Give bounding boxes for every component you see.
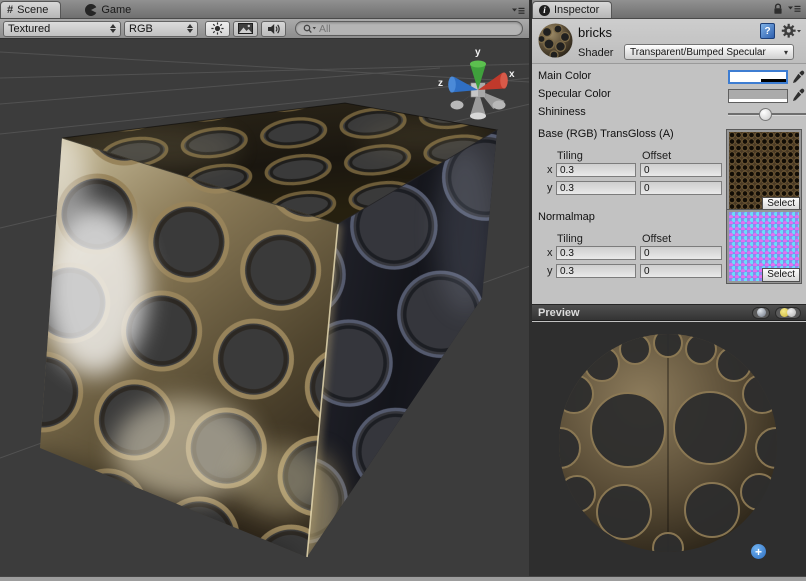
material-header: bricks Shader Transparent/Bumped Specula… <box>532 19 806 64</box>
updown-arrows-icon <box>110 24 116 33</box>
base-y-row-label: y <box>547 182 553 194</box>
base-offset-label: Offset <box>642 150 671 162</box>
scene-audio-toggle[interactable] <box>261 21 286 37</box>
normal-texture-select-button[interactable]: Select <box>762 268 800 282</box>
preview-header: Preview <box>532 304 806 321</box>
shader-dropdown[interactable]: Transparent/Bumped Specular ▾ <box>624 44 794 60</box>
game-pacman-icon <box>85 4 97 16</box>
inspector-panel: i Inspector <box>532 0 806 581</box>
scene-search-input[interactable] <box>319 23 515 35</box>
preview-lighting-button[interactable] <box>775 307 801 319</box>
shininess-slider[interactable] <box>728 107 806 121</box>
eyedropper-icon[interactable] <box>792 70 805 83</box>
base-texture-thumbnail[interactable]: Select <box>727 130 801 212</box>
scene-search-box[interactable] <box>295 21 523 36</box>
light-off-icon <box>787 308 796 317</box>
render-mode-dropdown[interactable]: Textured <box>3 21 121 37</box>
window-bottom-edge <box>0 576 806 581</box>
panel-menu-icon[interactable] <box>512 7 525 15</box>
shader-value: Transparent/Bumped Specular <box>630 47 766 58</box>
tab-inspector-label: Inspector <box>554 4 599 16</box>
gear-menu-icon[interactable] <box>781 23 801 39</box>
slider-thumb[interactable] <box>759 108 772 121</box>
color-mode-value: RGB <box>129 23 153 35</box>
preview-title: Preview <box>532 307 580 319</box>
gizmo-x-label[interactable]: x <box>509 69 515 80</box>
base-tiling-y-field[interactable] <box>556 181 636 195</box>
scene-panel: # Scene Game Textured <box>0 0 530 581</box>
normal-x-row-label: x <box>547 247 553 259</box>
render-mode-value: Textured <box>8 23 50 35</box>
scene-effects-toggle[interactable] <box>233 21 258 37</box>
sun-icon <box>211 22 224 35</box>
add-button[interactable]: + <box>751 544 766 559</box>
tab-game-label: Game <box>101 4 131 16</box>
base-tiling-x-field[interactable] <box>556 163 636 177</box>
shader-label: Shader <box>578 47 613 59</box>
material-name: bricks <box>578 25 612 40</box>
inspector-tabstrip: i Inspector <box>532 0 806 19</box>
updown-arrows-icon <box>187 24 193 33</box>
normal-tiling-label: Tiling <box>557 233 583 245</box>
scene-grid-icon: # <box>7 4 13 16</box>
base-tiling-label: Tiling <box>557 150 583 162</box>
normal-offset-y-field[interactable] <box>640 264 722 278</box>
shininess-label: Shininess <box>538 106 586 118</box>
tab-scene-label: Scene <box>17 4 48 16</box>
info-icon: i <box>539 5 550 16</box>
gizmo-y-label[interactable]: y <box>475 47 481 58</box>
normalmap-label: Normalmap <box>538 211 595 223</box>
normal-tiling-y-field[interactable] <box>556 264 636 278</box>
specular-color-swatch[interactable] <box>728 89 788 103</box>
normal-offset-label: Offset <box>642 233 671 245</box>
normal-texture-thumbnail[interactable]: Select <box>727 210 801 283</box>
normal-y-row-label: y <box>547 265 553 277</box>
scene-orientation-gizmo[interactable]: y z x <box>436 43 520 127</box>
preview-model-button[interactable] <box>752 307 770 319</box>
scene-lighting-toggle[interactable] <box>205 21 230 37</box>
normal-offset-x-field[interactable] <box>640 246 722 260</box>
preview-viewport[interactable]: + <box>532 322 806 581</box>
image-icon <box>238 23 253 34</box>
base-x-row-label: x <box>547 164 553 176</box>
preview-sphere-render <box>532 322 806 577</box>
base-offset-x-field[interactable] <box>640 163 722 177</box>
gizmo-z-label[interactable]: z <box>438 78 443 89</box>
eyedropper-icon[interactable] <box>792 88 805 101</box>
specular-color-label: Specular Color <box>538 88 611 100</box>
sphere-icon <box>757 308 766 317</box>
tab-inspector[interactable]: i Inspector <box>532 1 612 18</box>
scene-toolbar: Textured RGB <box>0 19 530 39</box>
normal-tiling-x-field[interactable] <box>556 246 636 260</box>
color-mode-dropdown[interactable]: RGB <box>124 21 198 37</box>
material-sphere-icon <box>537 22 574 59</box>
chevron-down-icon: ▾ <box>784 48 788 57</box>
lock-icon[interactable] <box>773 3 783 15</box>
base-map-label: Base (RGB) TransGloss (A) <box>538 128 674 140</box>
tab-game[interactable]: Game <box>79 1 143 18</box>
specular-color-alpha-bar <box>729 99 787 102</box>
base-texture-select-button[interactable]: Select <box>762 197 800 211</box>
scene-viewport[interactable]: y z x <box>0 39 530 581</box>
search-icon <box>303 24 316 34</box>
panel-menu-icon[interactable] <box>788 5 801 13</box>
unity-editor-window: # Scene Game Textured <box>0 0 806 581</box>
main-color-label: Main Color <box>538 70 591 82</box>
base-offset-y-field[interactable] <box>640 181 722 195</box>
speaker-icon <box>267 23 281 35</box>
help-icon[interactable]: ? <box>760 23 775 39</box>
scene-tabstrip: # Scene Game <box>0 0 530 19</box>
tab-scene[interactable]: # Scene <box>0 1 61 18</box>
main-color-swatch[interactable] <box>728 70 788 84</box>
main-color-alpha-bar <box>730 79 786 82</box>
